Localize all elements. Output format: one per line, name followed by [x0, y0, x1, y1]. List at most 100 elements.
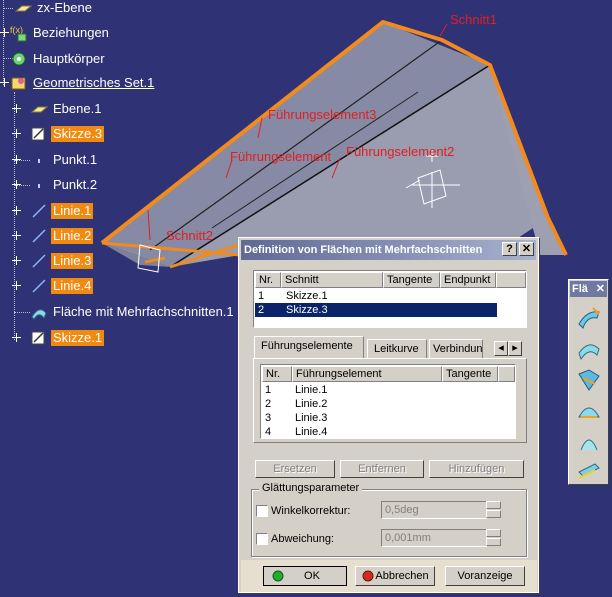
- tab-scroll-right[interactable]: ▸: [508, 341, 522, 356]
- column-header-filler: [496, 272, 526, 288]
- column-header[interactable]: Endpunkt: [440, 272, 496, 288]
- line-icon: [30, 202, 48, 220]
- column-header[interactable]: Tangente: [442, 366, 498, 382]
- tree-item-label: Linie.4: [51, 278, 94, 294]
- column-header[interactable]: Tangente: [383, 272, 440, 288]
- multisection-surface-icon[interactable]: [575, 335, 603, 363]
- plane-icon: [14, 0, 33, 17]
- cancel-icon: [362, 570, 374, 582]
- table-row[interactable]: 1 Linie.1: [262, 383, 498, 397]
- sweep-icon[interactable]: [575, 304, 603, 332]
- tree-item-linie-3[interactable]: Linie.3: [30, 251, 94, 271]
- column-header-filler: [498, 366, 515, 382]
- tab-leitkurve[interactable]: Leitkurve: [367, 339, 427, 359]
- expand-toggle[interactable]: [12, 206, 21, 215]
- row-section-name: Skizze.1: [286, 290, 328, 302]
- preview-button[interactable]: Voranzeige: [445, 566, 525, 586]
- plane-icon: [30, 100, 49, 118]
- multisection-surface-dialog: Definition von Flächen mit Mehrfachschni…: [238, 237, 539, 593]
- tree-item-label: Skizze.3: [51, 126, 105, 142]
- expand-toggle[interactable]: [12, 155, 21, 164]
- tree-item-label: Punkt.2: [53, 177, 98, 192]
- tree-item-punkt-1[interactable]: Punkt.1: [30, 150, 99, 170]
- expand-toggle[interactable]: [12, 129, 21, 138]
- toolbar-title-bar[interactable]: Flä ✕: [570, 281, 607, 297]
- tree-item-label: Geometrisches Set.1: [33, 75, 155, 90]
- tree-item-flaeche-mehrfachschnitten[interactable]: Fläche mit Mehrfachschnitten.1: [30, 302, 270, 322]
- toolbar-close-button[interactable]: ✕: [596, 281, 605, 297]
- geometrical-set-icon: [10, 74, 28, 92]
- column-header[interactable]: Führungselement: [292, 366, 442, 382]
- extrude-icon[interactable]: [575, 428, 603, 456]
- row-number: 3: [265, 412, 272, 424]
- expand-toggle[interactable]: [12, 104, 21, 113]
- expand-toggle[interactable]: [12, 256, 21, 265]
- table-row[interactable]: 2 Linie.2: [262, 397, 498, 411]
- row-guide-name: Linie.2: [295, 398, 328, 410]
- deviation-checkbox[interactable]: [256, 533, 268, 545]
- row-section-name: Skizze.3: [286, 304, 328, 316]
- column-header[interactable]: Schnitt: [281, 272, 383, 288]
- multisection-surface-icon: [30, 303, 48, 321]
- column-header[interactable]: Nr.: [262, 366, 292, 382]
- surfaces-toolbar: Flä ✕: [568, 279, 609, 485]
- tree-item-geometrisches-set[interactable]: Geometrisches Set.1: [10, 73, 156, 93]
- 3d-viewport[interactable]: Schnitt1 Führungselement3 Führungselemen…: [0, 0, 612, 597]
- ok-button[interactable]: OK: [263, 566, 347, 586]
- point-icon: [30, 151, 48, 169]
- fill-icon[interactable]: [575, 397, 603, 425]
- tree-item-linie-4[interactable]: Linie.4: [30, 276, 94, 296]
- tree-item-label: Punkt.1: [53, 152, 98, 167]
- expand-toggle[interactable]: [12, 231, 21, 240]
- row-guide-name: Linie.4: [295, 426, 328, 438]
- cancel-button[interactable]: Abbrechen: [355, 566, 435, 586]
- label-fuehrungselement2: Führungselement2: [346, 144, 455, 159]
- tree-item-ebene-1[interactable]: Ebene.1: [30, 99, 103, 119]
- tree-item-linie-1[interactable]: Linie.1: [30, 201, 94, 221]
- tree-item-beziehungen[interactable]: f(x) Beziehungen: [10, 23, 111, 43]
- tab-fuehrungselemente[interactable]: Führungselemente: [254, 336, 364, 358]
- sketch-icon: [30, 329, 48, 347]
- tree-item-hauptkoerper[interactable]: Hauptkörper: [10, 49, 107, 69]
- dialog-title: Definition von Flächen mit Mehrfachschni…: [244, 244, 483, 256]
- expand-toggle[interactable]: [0, 78, 9, 87]
- angle-correction-label: Winkelkorrektur:: [271, 505, 351, 517]
- tree-item-skizze-1[interactable]: Skizze.1: [30, 328, 105, 348]
- remove-button[interactable]: Entfernen: [340, 460, 424, 478]
- table-row[interactable]: 1 Skizze.1: [255, 289, 497, 303]
- guides-list[interactable]: Nr. Führungselement Tangente 1 Linie.1 2…: [260, 364, 516, 439]
- table-row-selected[interactable]: 2 Skizze.3: [255, 303, 497, 317]
- tab-scroll-left[interactable]: ◂: [494, 341, 508, 356]
- angle-correction-input[interactable]: 0,5deg: [381, 501, 487, 519]
- expand-toggle[interactable]: [12, 180, 21, 189]
- add-button[interactable]: Hinzufügen: [429, 460, 524, 478]
- body-icon: [10, 50, 28, 68]
- close-button[interactable]: ✕: [519, 242, 534, 256]
- tree-item-zx-ebene[interactable]: zx-Ebene: [14, 0, 94, 18]
- tree-connector: [14, 312, 30, 313]
- expand-toggle[interactable]: [12, 281, 21, 290]
- tab-verbindung[interactable]: Verbindun: [429, 339, 483, 359]
- replace-button[interactable]: Ersetzen: [255, 460, 335, 478]
- angle-correction-spinner[interactable]: [486, 501, 501, 519]
- expand-toggle[interactable]: [0, 28, 9, 37]
- sections-list[interactable]: Nr. Schnitt Tangente Endpunkt 1 Skizze.1…: [253, 270, 527, 328]
- table-row[interactable]: 4 Linie.4: [262, 425, 498, 439]
- tree-connector: [3, 0, 4, 85]
- expand-toggle[interactable]: [12, 333, 21, 342]
- smoothing-group-title: Glättungsparameter: [259, 482, 363, 494]
- deviation-spinner[interactable]: [486, 529, 501, 547]
- blend-icon[interactable]: [575, 366, 603, 394]
- tree-item-linie-2[interactable]: Linie.2: [30, 226, 94, 246]
- row-guide-name: Linie.1: [295, 384, 328, 396]
- help-button[interactable]: ?: [502, 242, 517, 256]
- row-number: 2: [258, 304, 265, 316]
- dialog-title-bar[interactable]: Definition von Flächen mit Mehrfachschni…: [241, 240, 536, 260]
- column-header[interactable]: Nr.: [255, 272, 281, 288]
- deviation-input[interactable]: 0,001mm: [381, 529, 487, 547]
- table-row[interactable]: 3 Linie.3: [262, 411, 498, 425]
- tree-item-skizze-3[interactable]: Skizze.3: [30, 124, 105, 144]
- angle-correction-checkbox[interactable]: [256, 505, 268, 517]
- offset-icon[interactable]: [575, 456, 603, 484]
- tree-item-punkt-2[interactable]: Punkt.2: [30, 175, 99, 195]
